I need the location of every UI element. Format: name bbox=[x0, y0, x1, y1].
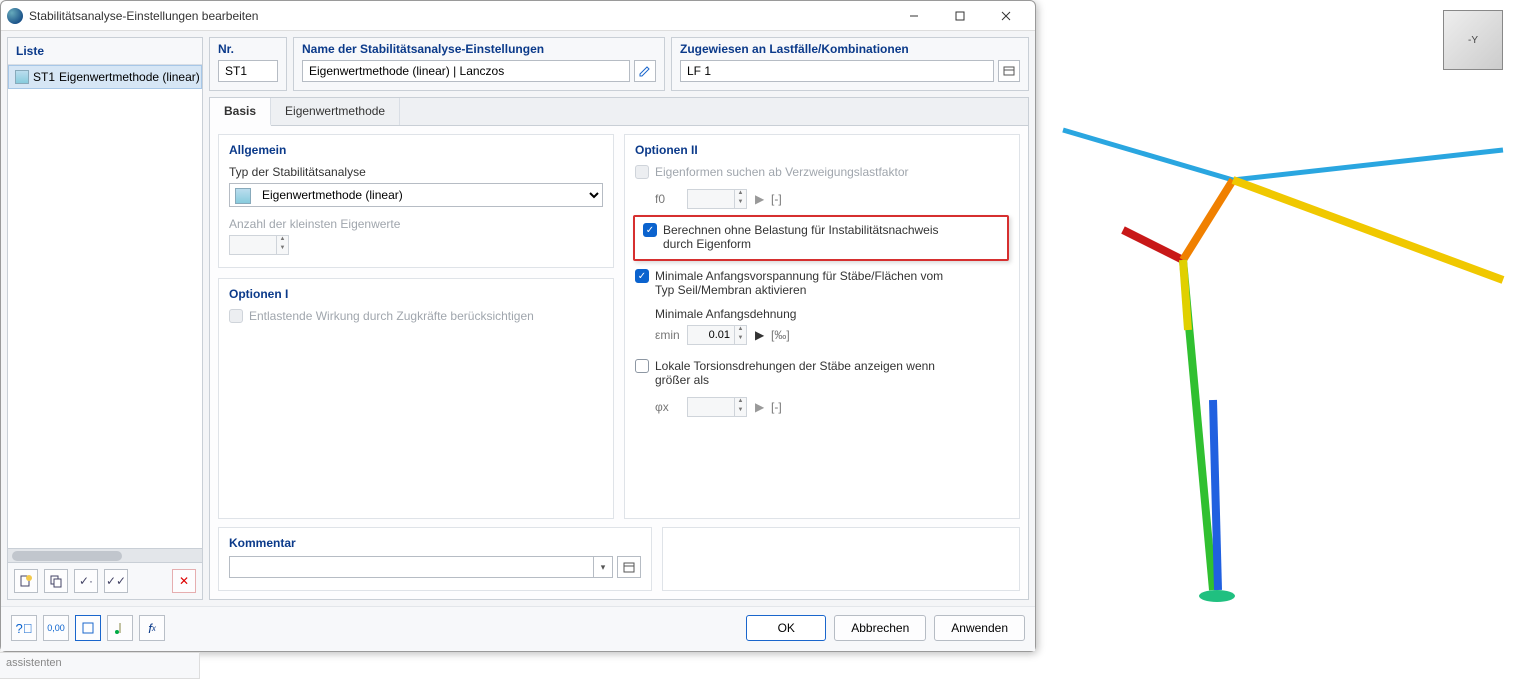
torsion-checkbox[interactable] bbox=[635, 359, 649, 373]
cancel-button[interactable]: Abbrechen bbox=[834, 615, 926, 641]
f0-unit: [-] bbox=[771, 192, 782, 206]
emin-unit: [‰] bbox=[771, 328, 790, 342]
phix-spin: ▲▼ bbox=[687, 397, 747, 417]
view-2-button[interactable] bbox=[107, 615, 133, 641]
group-options-2: Optionen II Eigenformen suchen ab Verzwe… bbox=[624, 134, 1020, 519]
check-button[interactable]: ✓· bbox=[74, 569, 98, 593]
nr-label: Nr. bbox=[218, 42, 278, 60]
nr-input[interactable] bbox=[218, 60, 278, 82]
name-input[interactable] bbox=[302, 60, 630, 82]
group-title: Optionen I bbox=[229, 287, 603, 301]
maximize-button[interactable] bbox=[937, 1, 983, 31]
group-title: Optionen II bbox=[635, 143, 1009, 157]
assign-picker-button[interactable] bbox=[998, 60, 1020, 82]
dialog-stability-settings: Stabilitätsanalyse-Einstellungen bearbei… bbox=[0, 0, 1036, 652]
list-item[interactable]: ST1 Eigenwertmethode (linear) | Lancz bbox=[8, 65, 202, 89]
new-item-button[interactable] bbox=[14, 569, 38, 593]
copy-item-button[interactable] bbox=[44, 569, 68, 593]
assistants-tab-stub: assistenten bbox=[0, 652, 200, 679]
minimize-button[interactable] bbox=[891, 1, 937, 31]
analysis-type-select[interactable]: Eigenwertmethode (linear) bbox=[229, 183, 603, 207]
delete-button[interactable]: ✕ bbox=[172, 569, 196, 593]
assigned-label: Zugewiesen an Lastfälle/Kombinationen bbox=[680, 42, 1020, 60]
phix-unit: [-] bbox=[771, 400, 782, 414]
tab-eigenwertmethode[interactable]: Eigenwertmethode bbox=[271, 98, 400, 125]
f0-spin: ▲▼ bbox=[687, 189, 747, 209]
kommentar-dropdown[interactable]: ▾ bbox=[593, 556, 613, 578]
eigenforms-checkbox bbox=[635, 165, 649, 179]
group-kommentar: Kommentar ▾ bbox=[218, 527, 652, 591]
settings-type-icon bbox=[15, 70, 29, 84]
list-item-name: Eigenwertmethode (linear) | Lancz bbox=[59, 70, 202, 84]
kommentar-preview bbox=[662, 527, 1020, 591]
edit-name-button[interactable] bbox=[634, 60, 656, 82]
tab-basis[interactable]: Basis bbox=[210, 98, 271, 126]
count-label: Anzahl der kleinsten Eigenwerte bbox=[229, 217, 603, 231]
torsion-label: Lokale Torsionsdrehungen der Stäbe anzei… bbox=[655, 359, 955, 387]
group-allgemein: Allgemein Typ der Stabilitätsanalyse Eig… bbox=[218, 134, 614, 268]
axis-cube[interactable]: -Y bbox=[1443, 10, 1503, 70]
kommentar-edit-button[interactable] bbox=[617, 556, 641, 578]
assigned-input[interactable] bbox=[680, 60, 994, 82]
eigenforms-label: Eigenformen suchen ab Verzweigungslastfa… bbox=[655, 165, 908, 179]
close-button[interactable] bbox=[983, 1, 1029, 31]
list-header: Liste bbox=[8, 38, 202, 65]
apply-button[interactable]: Anwenden bbox=[934, 615, 1025, 641]
f0-label: f0 bbox=[655, 192, 679, 206]
app-icon bbox=[7, 8, 23, 24]
check-all-button[interactable]: ✓✓ bbox=[104, 569, 128, 593]
min-prestress-checkbox[interactable]: ✓ bbox=[635, 269, 649, 283]
kommentar-input[interactable] bbox=[229, 556, 593, 578]
emin-label: εmin bbox=[655, 328, 679, 342]
view-3-button[interactable]: fx bbox=[139, 615, 165, 641]
units-button[interactable]: 0,00 bbox=[43, 615, 69, 641]
view-1-button[interactable] bbox=[75, 615, 101, 641]
highlight-calc-noload: ✓ Berechnen ohne Belastung für Instabili… bbox=[633, 215, 1009, 261]
emin-spin[interactable]: ▲▼ bbox=[687, 325, 747, 345]
kommentar-title: Kommentar bbox=[229, 536, 641, 550]
relief-label: Entlastende Wirkung durch Zugkräfte berü… bbox=[249, 309, 534, 323]
calc-noload-checkbox[interactable]: ✓ bbox=[643, 223, 657, 237]
list-item-id: ST1 bbox=[33, 70, 55, 84]
list-panel: Liste ST1 Eigenwertmethode (linear) | La… bbox=[7, 37, 203, 600]
model-render bbox=[1033, 0, 1513, 620]
name-label: Name der Stabilitätsanalyse-Einstellunge… bbox=[302, 42, 656, 60]
ok-button[interactable]: OK bbox=[746, 615, 826, 641]
horizontal-scrollbar[interactable] bbox=[8, 548, 202, 562]
help-button[interactable]: ?⃝ bbox=[11, 615, 37, 641]
relief-checkbox bbox=[229, 309, 243, 323]
group-options-1: Optionen I Entlastende Wirkung durch Zug… bbox=[218, 278, 614, 519]
calc-noload-label: Berechnen ohne Belastung für Instabilitä… bbox=[663, 223, 963, 251]
titlebar[interactable]: Stabilitätsanalyse-Einstellungen bearbei… bbox=[1, 1, 1035, 31]
window-title: Stabilitätsanalyse-Einstellungen bearbei… bbox=[29, 9, 891, 23]
model-viewport[interactable]: -Y bbox=[1033, 0, 1513, 620]
min-prestress-label: Minimale Anfangsvorspannung für Stäbe/Fl… bbox=[655, 269, 955, 297]
type-label: Typ der Stabilitätsanalyse bbox=[229, 165, 603, 179]
min-strain-label: Minimale Anfangsdehnung bbox=[655, 307, 1009, 321]
eigenvalue-count-spin[interactable]: ▲▼ bbox=[229, 235, 289, 255]
phix-label: φx bbox=[655, 400, 679, 414]
group-title: Allgemein bbox=[229, 143, 603, 157]
